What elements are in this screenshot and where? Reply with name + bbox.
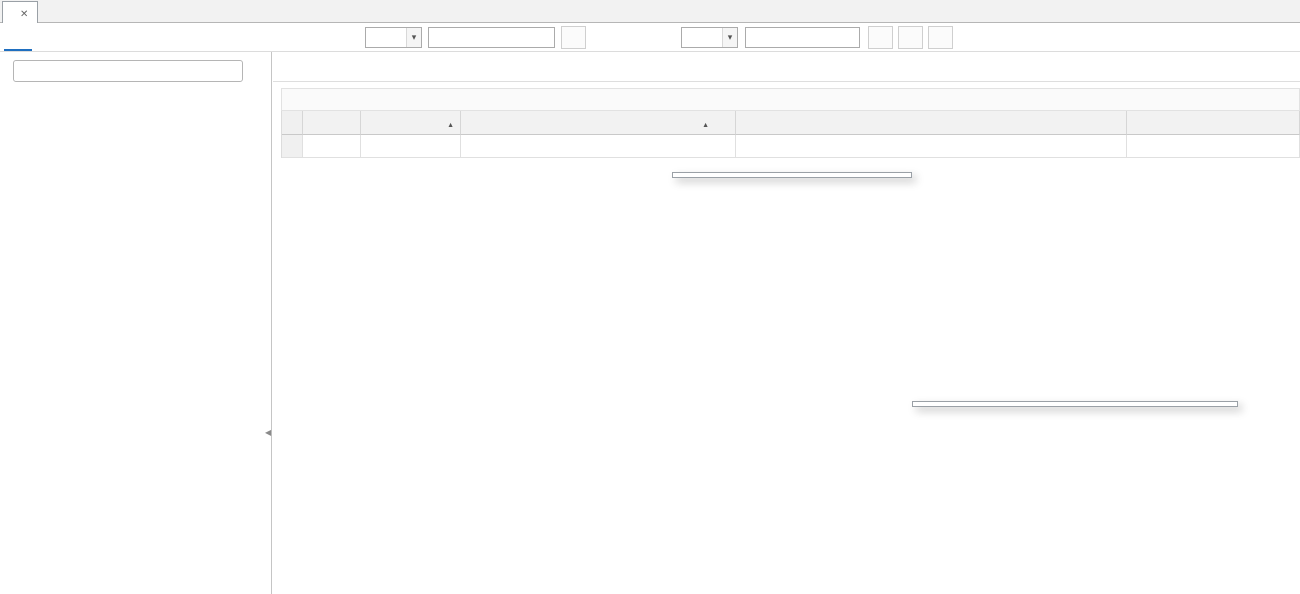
apply-filter-button[interactable] — [561, 26, 586, 49]
tab-entities[interactable] — [2, 1, 38, 23]
description-filter-input[interactable] — [745, 27, 860, 48]
technical-name-operator-select[interactable] — [365, 27, 422, 48]
tab-close-icon[interactable] — [20, 6, 28, 20]
filter-row-indicator — [282, 135, 303, 158]
filter-cell-type[interactable] — [361, 135, 461, 158]
funnel-apply-icon — [566, 30, 582, 46]
header-indicator — [282, 111, 303, 135]
filter-cell-description[interactable] — [736, 135, 1127, 158]
technical-name-filter-input[interactable] — [428, 27, 555, 48]
clear-filter-button[interactable] — [928, 26, 953, 49]
funnel-clear-icon — [933, 30, 949, 46]
chevron-down-icon — [722, 28, 737, 47]
column-header-technical-name[interactable] — [461, 111, 736, 135]
splitter-collapse-arrow[interactable] — [265, 424, 271, 438]
search-input[interactable] — [13, 60, 243, 82]
app-window — [0, 0, 1300, 594]
funnel-icon — [873, 30, 889, 46]
column-header-description[interactable] — [736, 111, 1127, 135]
entities-grid — [281, 88, 1300, 594]
funnel-icon — [287, 141, 298, 152]
column-header-icon[interactable] — [303, 111, 361, 135]
sort-asc-icon — [447, 116, 454, 130]
filter-grid-icon — [903, 30, 919, 46]
column-filter-icon[interactable] — [716, 117, 727, 128]
grid-header-row — [281, 111, 1300, 135]
grid-filter-row — [281, 135, 1300, 158]
filter-editor-button[interactable] — [898, 26, 923, 49]
tab-sap-entities[interactable] — [4, 23, 32, 51]
tab-relations[interactable] — [32, 23, 60, 51]
system-scout-submenu — [912, 401, 1238, 407]
entity-tree-panel — [0, 52, 272, 594]
filter-button[interactable] — [868, 26, 893, 49]
entity-tree — [0, 88, 271, 90]
sort-asc-icon — [702, 116, 709, 130]
description-operator-select[interactable] — [681, 27, 738, 48]
filter-cell-icon[interactable] — [303, 135, 361, 158]
filter-toolbar — [0, 23, 1300, 52]
column-header-change-date[interactable] — [1127, 111, 1300, 135]
context-menu — [672, 172, 912, 178]
grid-toolbar — [273, 52, 1300, 82]
view-subtabs — [4, 23, 60, 51]
chevron-down-icon — [406, 28, 421, 47]
filter-cell-technical-name[interactable] — [461, 135, 736, 158]
document-tabstrip — [0, 0, 1300, 23]
group-by-panel[interactable] — [281, 88, 1300, 111]
filter-cell-change-date[interactable] — [1127, 135, 1300, 158]
grid-panel — [273, 52, 1300, 594]
column-header-type[interactable] — [361, 111, 461, 135]
